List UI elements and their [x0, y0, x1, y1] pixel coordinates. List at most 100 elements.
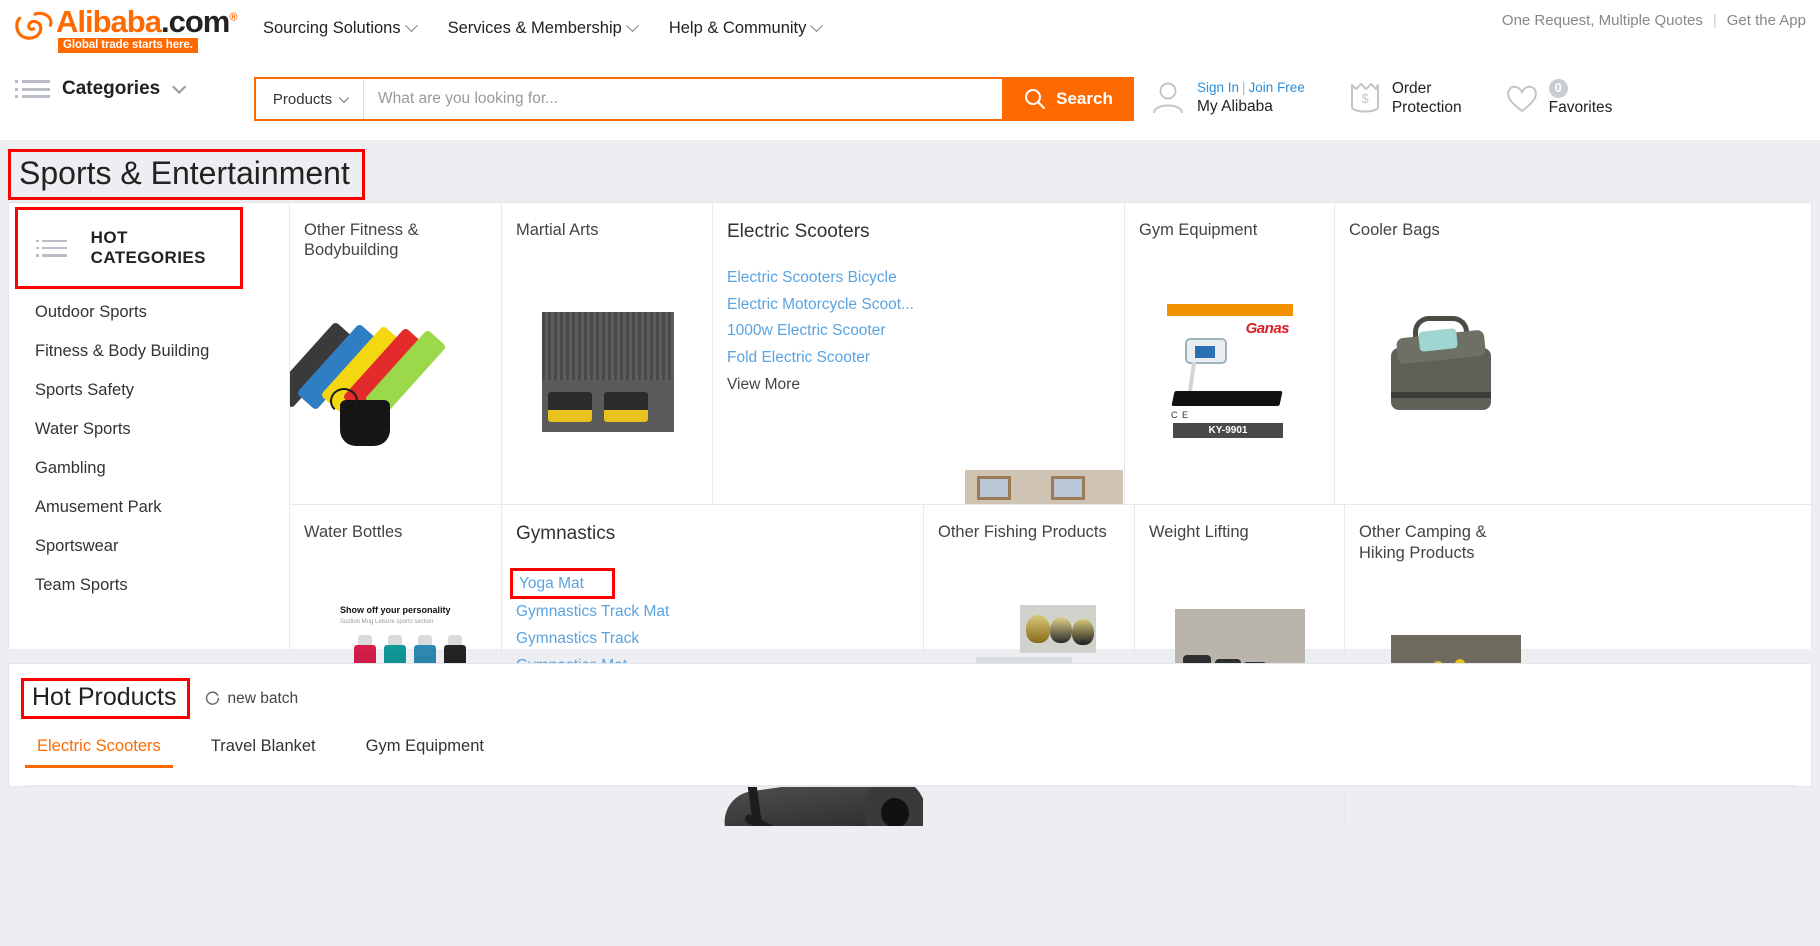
logo-tagline: Global trade starts here.: [58, 38, 198, 53]
link-gymnastics-track-mat[interactable]: Gymnastics Track Mat: [516, 599, 923, 626]
nav-label: Help & Community: [669, 19, 807, 38]
favorites-label: Favorites: [1549, 98, 1613, 117]
new-batch-button[interactable]: new batch: [204, 690, 299, 708]
sidebar-item-water-sports[interactable]: Water Sports: [9, 410, 289, 449]
user-icon: [1148, 78, 1188, 118]
category-grid-row: Other Fitness & Bodybuilding Martial Art…: [290, 203, 1811, 504]
tab-electric-scooters[interactable]: Electric Scooters: [25, 731, 173, 768]
hot-categories-header[interactable]: HOT CATEGORIES: [15, 207, 243, 289]
sidebar-item-outdoor-sports[interactable]: Outdoor Sports: [9, 293, 289, 332]
link-gymnastics-track[interactable]: Gymnastics Track: [516, 626, 923, 653]
link-yoga-mat[interactable]: Yoga Mat: [519, 573, 584, 595]
resistance-bands-image: [328, 326, 464, 452]
my-alibaba-label: My Alibaba: [1197, 97, 1305, 116]
cell-title: Other Camping & Hiking Products: [1345, 505, 1535, 562]
sidebar-item-team-sports[interactable]: Team Sports: [9, 566, 289, 605]
highlighted-link-box: Yoga Mat: [510, 568, 615, 600]
site-header: Alibaba.com® Global trade starts here. S…: [0, 0, 1820, 140]
cell-title: Gym Equipment: [1125, 203, 1315, 240]
header-utility-links: One Request, Multiple Quotes | Get the A…: [1502, 12, 1806, 29]
sign-in-link[interactable]: Sign In: [1197, 80, 1239, 95]
get-the-app-link[interactable]: Get the App: [1727, 12, 1806, 29]
order-protection-entry[interactable]: $ Order Protection: [1347, 79, 1462, 118]
treadmill-model-label: KY-9901: [1173, 423, 1283, 438]
page-title: Sports & Entertainment: [8, 149, 365, 200]
favorites-count-badge: 0: [1549, 79, 1568, 98]
my-alibaba-entry[interactable]: Sign In|Join Free My Alibaba: [1148, 78, 1305, 118]
account-divider: |: [1242, 80, 1246, 95]
sidebar-item-sportswear[interactable]: Sportswear: [9, 527, 289, 566]
account-area: Sign In|Join Free My Alibaba $ Order Pro…: [1148, 78, 1612, 118]
link-view-more-electric-scooters[interactable]: View More: [727, 372, 1124, 399]
electric-scooters-links: Electric Scooters Bicycle Electric Motor…: [713, 243, 1124, 398]
join-free-link[interactable]: Join Free: [1249, 80, 1305, 95]
link-fold-electric-scooter[interactable]: Fold Electric Scooter: [727, 345, 1124, 372]
category-cell-cooler-bags[interactable]: Cooler Bags: [1334, 203, 1546, 504]
tab-gym-equipment[interactable]: Gym Equipment: [354, 731, 496, 768]
cell-title: Other Fitness & Bodybuilding: [290, 203, 480, 260]
alibaba-logo[interactable]: Alibaba.com® Global trade starts here.: [10, 2, 240, 54]
search-icon: [1023, 87, 1047, 111]
hot-products-header: Hot Products new batch: [9, 664, 1811, 719]
sidebar-item-gambling[interactable]: Gambling: [9, 449, 289, 488]
chevron-down-icon: [405, 19, 418, 32]
hamburger-list-icon: [22, 80, 50, 98]
tab-travel-blanket[interactable]: Travel Blanket: [199, 731, 328, 768]
order-protection-line1: Order: [1392, 79, 1462, 98]
sidebar-item-amusement-park[interactable]: Amusement Park: [9, 488, 289, 527]
bottles-caption: Show off your personality: [340, 605, 451, 615]
chevron-down-icon: [811, 19, 824, 32]
tabs-underline: [25, 785, 1795, 786]
cell-title: Water Bottles: [290, 505, 480, 542]
chevron-down-icon: [626, 19, 639, 32]
header-top-row: Alibaba.com® Global trade starts here. S…: [0, 0, 1820, 56]
hot-categories-title: HOT CATEGORIES: [91, 228, 240, 268]
link-electric-motorcycle-scooter[interactable]: Electric Motorcycle Scoot...: [727, 292, 1124, 319]
order-protection-text: Order Protection: [1392, 79, 1462, 118]
category-cell-electric-scooters[interactable]: Electric Scooters Electric Scooters Bicy…: [712, 203, 1124, 504]
cell-title: Electric Scooters: [713, 203, 903, 243]
logo-brand: Alibaba: [56, 4, 161, 39]
martial-arts-mat-image: [542, 312, 674, 432]
nav-item-help-community[interactable]: Help & Community: [669, 19, 822, 38]
order-protection-icon: $: [1347, 79, 1383, 117]
categories-button[interactable]: Categories: [22, 78, 182, 100]
category-cell-martial-arts[interactable]: Martial Arts: [501, 203, 712, 504]
ce-mark-label: C E: [1171, 410, 1189, 420]
hot-categories-sidebar: HOT CATEGORIES Outdoor Sports Fitness & …: [9, 203, 290, 649]
cell-title: Cooler Bags: [1335, 203, 1525, 240]
treadmill-image: Ganas C E KY-9901: [1167, 304, 1293, 424]
search-scope-dropdown[interactable]: Products: [256, 79, 364, 119]
sidebar-item-sports-safety[interactable]: Sports Safety: [9, 371, 289, 410]
search-input[interactable]: [364, 79, 1002, 119]
svg-text:$: $: [1361, 91, 1369, 106]
sign-in-row: Sign In|Join Free: [1197, 80, 1305, 97]
category-cell-gym-equipment[interactable]: Gym Equipment Ganas C E KY-9901: [1124, 203, 1334, 504]
lure-photo-top: [1020, 605, 1096, 653]
nav-item-sourcing-solutions[interactable]: Sourcing Solutions: [263, 19, 416, 38]
nav-item-services-membership[interactable]: Services & Membership: [448, 19, 637, 38]
cell-title: Weight Lifting: [1135, 505, 1325, 542]
link-electric-scooters-bicycle[interactable]: Electric Scooters Bicycle: [727, 265, 1124, 292]
alibaba-logo-mark: [14, 8, 56, 44]
treadmill-brand-label: Ganas: [1246, 320, 1289, 337]
new-batch-label: new batch: [228, 690, 299, 708]
logo-wordmark: Alibaba.com®: [56, 4, 236, 40]
link-1000w-electric-scooter[interactable]: 1000w Electric Scooter: [727, 318, 1124, 345]
categories-label: Categories: [62, 78, 160, 100]
search-button-label: Search: [1056, 89, 1113, 109]
primary-nav: Sourcing Solutions Services & Membership…: [263, 19, 821, 38]
cell-title: Other Fishing Products: [924, 505, 1114, 542]
one-request-link[interactable]: One Request, Multiple Quotes: [1502, 12, 1703, 29]
chevron-down-icon: [339, 93, 349, 103]
cell-title: Martial Arts: [502, 203, 692, 240]
search-button[interactable]: Search: [1002, 77, 1134, 121]
favorites-entry[interactable]: 0 Favorites: [1504, 78, 1613, 117]
nav-label: Sourcing Solutions: [263, 19, 401, 38]
hot-products-tabs: Electric Scooters Travel Blanket Gym Equ…: [9, 719, 1811, 768]
list-icon: [42, 240, 67, 257]
utility-divider: |: [1713, 12, 1717, 29]
page-title-bar: Sports & Entertainment: [0, 140, 1820, 202]
category-cell-other-fitness-bodybuilding[interactable]: Other Fitness & Bodybuilding: [290, 203, 501, 504]
sidebar-item-fitness-body-building[interactable]: Fitness & Body Building: [9, 332, 289, 371]
